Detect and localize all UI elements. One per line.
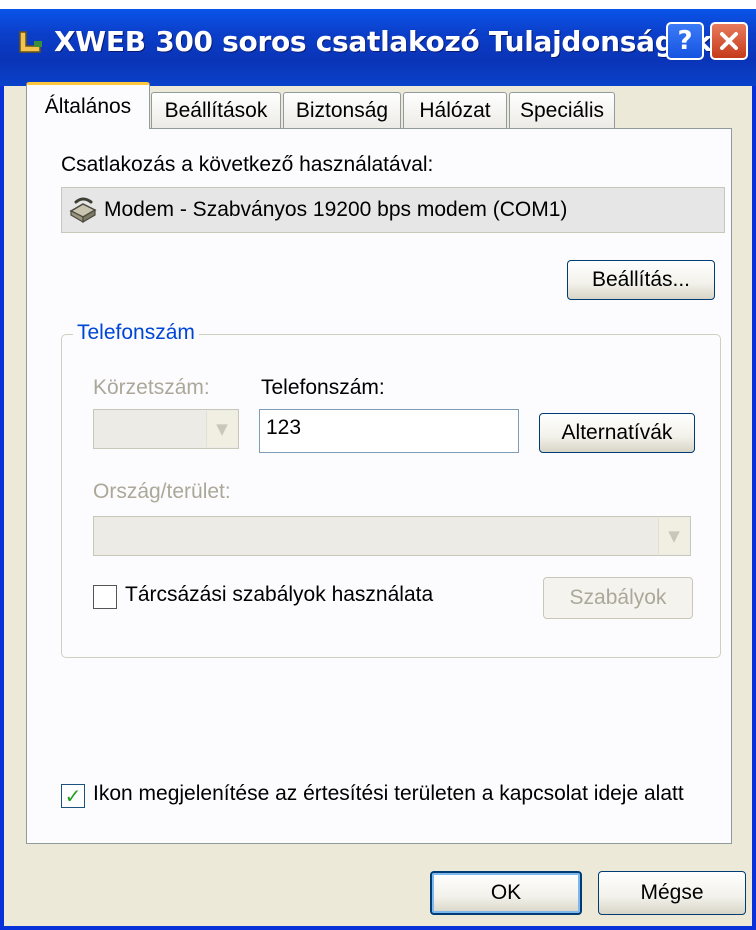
close-button[interactable] xyxy=(710,22,748,60)
configure-button[interactable]: Beállítás... xyxy=(567,260,715,300)
phone-group-label: Telefonszám xyxy=(73,321,199,345)
country-combo[interactable]: ▼ xyxy=(93,516,691,556)
connect-using-label: Csatlakozás a következő használatával: xyxy=(61,153,434,176)
general-tab-panel: Csatlakozás a következő használatával: M… xyxy=(26,128,732,844)
window-title: XWEB 300 soros csatlakozó Tulajdonságok xyxy=(54,25,712,58)
tab-network[interactable]: Hálózat xyxy=(403,92,507,128)
properties-dialog: XWEB 300 soros csatlakozó Tulajdonságok … xyxy=(0,0,756,930)
connection-icon xyxy=(19,31,42,53)
country-label: Ország/terület: xyxy=(93,480,231,503)
cancel-button[interactable]: Mégse xyxy=(598,871,746,915)
close-icon xyxy=(720,32,738,50)
chevron-down-icon: ▼ xyxy=(658,518,689,554)
alternates-button[interactable]: Alternatívák xyxy=(539,413,695,453)
modem-icon xyxy=(69,197,97,224)
phone-number-label: Telefonszám: xyxy=(261,376,385,399)
dialing-rules-checkbox[interactable] xyxy=(93,585,117,609)
dialing-rules-label: Tárcsázási szabályok használata xyxy=(125,583,434,606)
show-icon-checkbox[interactable]: ✓ xyxy=(61,784,85,808)
area-code-label: Körzetszám: xyxy=(93,376,210,399)
tab-settings[interactable]: Beállítások xyxy=(151,92,281,128)
title-bar[interactable]: XWEB 300 soros csatlakozó Tulajdonságok … xyxy=(0,0,756,86)
rules-button[interactable]: Szabályok xyxy=(543,577,693,619)
ok-button[interactable]: OK xyxy=(430,871,582,915)
device-list[interactable]: Modem - Szabványos 19200 bps modem (COM1… xyxy=(61,187,725,233)
show-icon-label: Ikon megjelenítése az értesítési terület… xyxy=(93,782,684,805)
phone-number-input[interactable]: 123 xyxy=(259,409,519,453)
tab-security[interactable]: Biztonság xyxy=(283,92,401,128)
tab-general[interactable]: Általános xyxy=(26,82,150,129)
checkmark-icon: ✓ xyxy=(64,784,82,808)
area-code-combo[interactable]: ▼ xyxy=(93,409,239,449)
device-name: Modem - Szabványos 19200 bps modem (COM1… xyxy=(104,198,568,221)
help-button[interactable]: ? xyxy=(666,22,704,60)
tab-advanced[interactable]: Speciális xyxy=(509,92,615,128)
chevron-down-icon: ▼ xyxy=(206,411,237,447)
